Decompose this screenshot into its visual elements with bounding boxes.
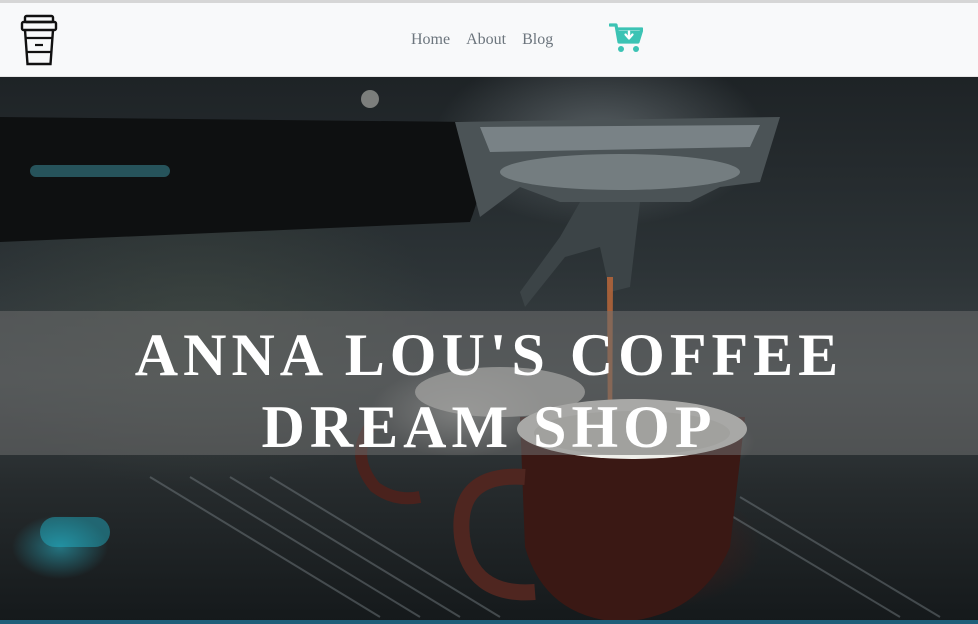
cart-download-icon[interactable] xyxy=(609,22,643,54)
hero-banner: ANNA LOU'S COFFEE DREAM SHOP xyxy=(0,77,978,622)
bottom-border xyxy=(0,620,978,624)
nav-home-link[interactable]: Home xyxy=(411,31,450,49)
nav-blog-link[interactable]: Blog xyxy=(522,31,553,49)
nav-about-link[interactable]: About xyxy=(466,31,506,49)
coffee-cup-icon[interactable] xyxy=(20,14,58,68)
navbar: Home About Blog xyxy=(0,3,978,77)
hero-title: ANNA LOU'S COFFEE DREAM SHOP xyxy=(134,322,844,460)
nav-links: Home About Blog xyxy=(411,31,553,49)
